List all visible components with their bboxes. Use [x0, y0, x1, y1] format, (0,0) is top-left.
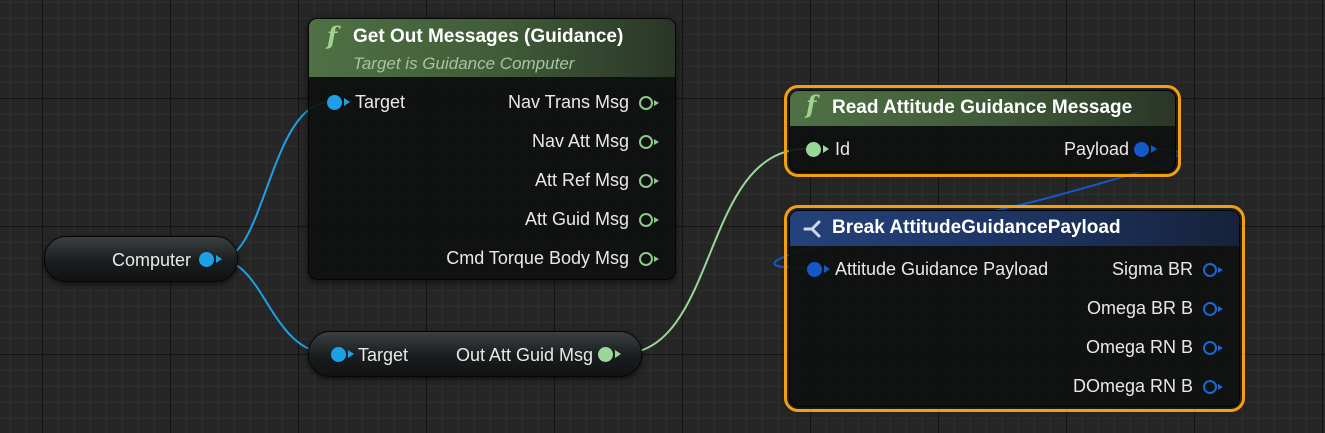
target-input-label: Target	[355, 92, 406, 112]
nav-att-msg-pin[interactable]	[639, 135, 659, 149]
att-guid-msg-label: Att Guid Msg	[524, 209, 629, 229]
omega-br-b-label: Omega BR B	[1086, 298, 1193, 318]
id-input-pin[interactable]	[806, 142, 829, 157]
out-att-guid-getter-node[interactable]: Target Out Att Guid Msg	[308, 331, 642, 377]
domega-rn-b-pin[interactable]	[1203, 380, 1223, 394]
attitude-guidance-payload-input-pin[interactable]	[807, 262, 830, 277]
cmd-torque-body-msg-pin[interactable]	[639, 252, 659, 266]
computer-variable-node[interactable]: Computer	[44, 236, 238, 282]
sigma-br-label: Sigma BR	[1111, 259, 1193, 279]
computer-output-pin[interactable]	[199, 252, 222, 267]
payload-output-pin[interactable]	[1134, 142, 1157, 157]
function-icon: f	[806, 90, 817, 119]
payload-output-label: Payload	[1063, 139, 1129, 159]
nav-trans-msg-label: Nav Trans Msg	[507, 92, 629, 112]
sigma-br-pin[interactable]	[1203, 263, 1223, 277]
getter-target-label: Target	[358, 345, 409, 365]
attitude-guidance-payload-input-label: Attitude Guidance Payload	[835, 259, 1049, 279]
node-header[interactable]: f Get Out Messages (Guidance) Target is …	[309, 19, 675, 77]
node-subtitle: Target is Guidance Computer	[353, 54, 575, 73]
att-ref-msg-label: Att Ref Msg	[534, 170, 629, 190]
target-input-pin[interactable]	[327, 95, 350, 110]
att-guid-msg-pin[interactable]	[639, 213, 659, 227]
computer-variable-label: Computer	[112, 250, 192, 270]
omega-rn-b-pin[interactable]	[1203, 341, 1223, 355]
break-struct-icon	[803, 220, 821, 238]
out-att-guid-msg-pin[interactable]	[598, 347, 621, 362]
break-attitude-guidance-payload-node[interactable]: Break AttitudeGuidancePayload Attitude G…	[784, 205, 1245, 412]
getter-target-pin[interactable]	[331, 347, 354, 362]
get-out-messages-node[interactable]: f Get Out Messages (Guidance) Target is …	[308, 18, 676, 280]
domega-rn-b-label: DOmega RN B	[1072, 376, 1193, 396]
function-icon: f	[327, 21, 338, 50]
node-title: Get Out Messages (Guidance)	[353, 26, 624, 47]
omega-rn-b-label: Omega RN B	[1085, 337, 1193, 357]
node-header[interactable]: f Read Attitude Guidance Message	[790, 90, 1175, 126]
nav-att-msg-label: Nav Att Msg	[531, 131, 629, 151]
node-title: Read Attitude Guidance Message	[832, 97, 1133, 118]
cmd-torque-body-msg-label: Cmd Torque Body Msg	[446, 248, 629, 268]
att-ref-msg-pin[interactable]	[639, 174, 659, 188]
nav-trans-msg-pin[interactable]	[639, 96, 659, 110]
out-att-guid-msg-label: Out Att Guid Msg	[455, 345, 593, 365]
node-title: Break AttitudeGuidancePayload	[832, 217, 1121, 238]
node-header[interactable]: Break AttitudeGuidancePayload	[790, 211, 1239, 246]
omega-br-b-pin[interactable]	[1203, 302, 1223, 316]
id-input-label: Id	[835, 139, 851, 159]
read-attitude-guidance-message-node[interactable]: f Read Attitude Guidance Message Id Payl…	[784, 85, 1181, 177]
